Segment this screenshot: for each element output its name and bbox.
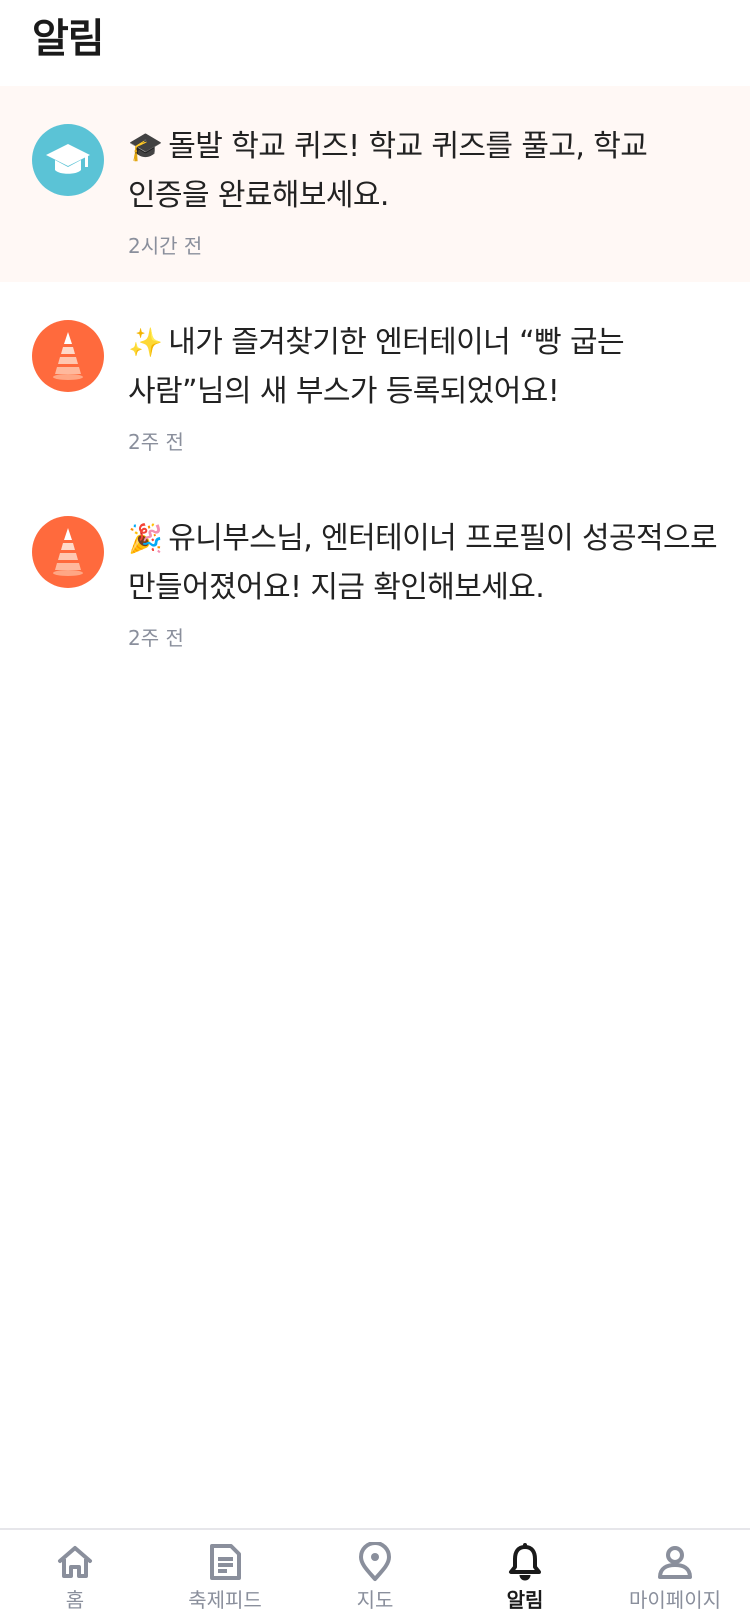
notification-time: 2주 전: [128, 430, 184, 454]
graduation-cap-icon: [46, 144, 90, 174]
school-avatar: [32, 124, 104, 196]
notification-item-school-quiz[interactable]: 🎓 돌발 학교 퀴즈! 학교 퀴즈를 풀고, 학교 인증을 완료해보세요. 2시간…: [0, 86, 750, 282]
tab-label: 홈: [65, 1588, 85, 1612]
notification-message: 돌발 학교 퀴즈! 학교 퀴즈를 풀고, 학교 인증을 완료해보세요.: [128, 129, 648, 213]
home-icon: [58, 1546, 92, 1578]
bell-icon: [509, 1543, 541, 1581]
notification-item-profile-created[interactable]: 🎉 유니부스님, 엔터테이너 프로필이 성공적으로 만들어졌어요! 지금 확인해보…: [0, 478, 750, 674]
notification-time: 2시간 전: [128, 234, 203, 258]
emoji-icon: 🎉: [128, 522, 163, 555]
notification-time: 2주 전: [128, 626, 184, 650]
tab-home[interactable]: 홈: [0, 1530, 150, 1624]
bottom-tab-bar: 홈 축제피드 지도 알림 마이페이지: [0, 1528, 750, 1624]
tab-label: 알림: [506, 1588, 544, 1612]
emoji-icon: 🎓: [128, 130, 163, 163]
notification-list: 🎓 돌발 학교 퀴즈! 학교 퀴즈를 풀고, 학교 인증을 완료해보세요. 2시간…: [0, 86, 750, 674]
notification-text: 🎓 돌발 학교 퀴즈! 학교 퀴즈를 풀고, 학교 인증을 완료해보세요.: [128, 122, 718, 220]
notification-text: ✨ 내가 즐겨찾기한 엔터테이너 “빵 굽는 사람”님의 새 부스가 등록되었어요…: [128, 318, 718, 416]
brand-avatar: [32, 320, 104, 392]
notification-message: 유니부스님, 엔터테이너 프로필이 성공적으로 만들어졌어요! 지금 확인해보세…: [128, 521, 718, 605]
tab-festival-feed[interactable]: 축제피드: [150, 1530, 300, 1624]
header: 알림: [0, 0, 750, 84]
tab-notifications[interactable]: 알림: [450, 1530, 600, 1624]
traffic-cone-icon: [53, 528, 83, 576]
emoji-icon: ✨: [128, 326, 163, 359]
tab-map[interactable]: 지도: [300, 1530, 450, 1624]
traffic-cone-icon: [53, 332, 83, 380]
tab-label: 지도: [356, 1588, 394, 1612]
page-title: 알림: [32, 16, 105, 62]
notification-message: 내가 즐겨찾기한 엔터테이너 “빵 굽는 사람”님의 새 부스가 등록되었어요!: [128, 325, 625, 409]
notification-text: 🎉 유니부스님, 엔터테이너 프로필이 성공적으로 만들어졌어요! 지금 확인해보…: [128, 514, 718, 612]
notifications-screen: 알림 🎓 돌발 학교 퀴즈! 학교 퀴즈를 풀고, 학교 인증을 완료해보세요. …: [0, 0, 750, 1624]
user-icon: [658, 1546, 692, 1579]
tab-label: 마이페이지: [629, 1588, 721, 1612]
notification-item-favorite-booth[interactable]: ✨ 내가 즐겨찾기한 엔터테이너 “빵 굽는 사람”님의 새 부스가 등록되었어요…: [0, 282, 750, 478]
tab-label: 축제피드: [188, 1588, 262, 1612]
feed-icon: [210, 1544, 241, 1580]
tab-my-page[interactable]: 마이페이지: [600, 1530, 750, 1624]
map-pin-icon: [359, 1542, 391, 1581]
brand-avatar: [32, 516, 104, 588]
